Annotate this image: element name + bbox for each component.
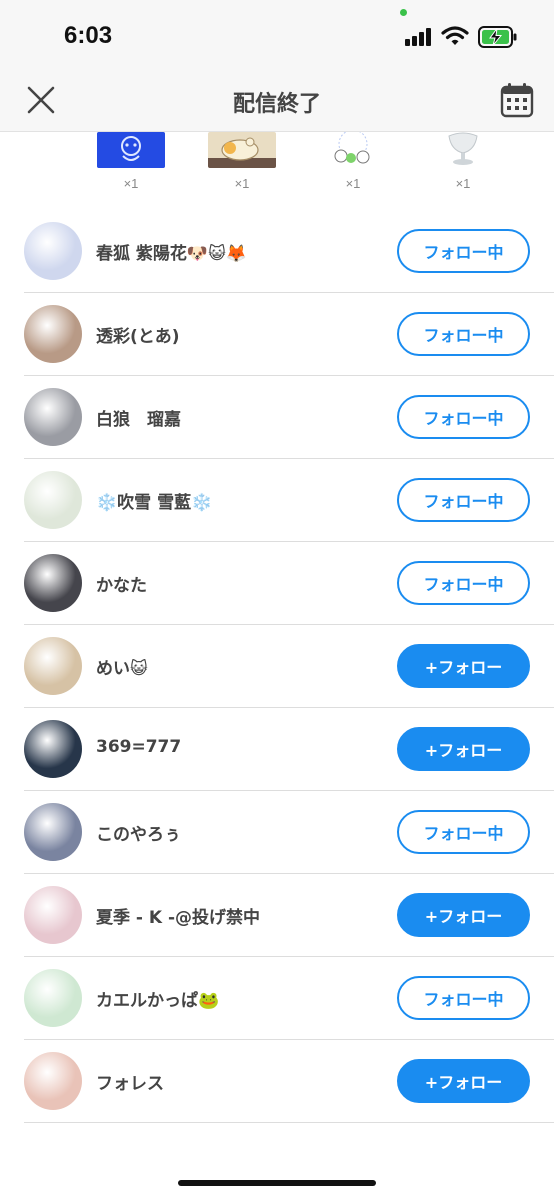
follow-button[interactable]: +フォロー <box>397 1059 530 1103</box>
list-item[interactable]: 春狐 紫陽花🐶😺🦊 フォロー中 <box>0 210 554 293</box>
small-characters-gift-icon <box>319 132 387 168</box>
gift-list: ×1 ×1 ×1 ×1 <box>0 132 554 194</box>
user-name: めい😺 <box>96 659 148 679</box>
gift-count: ×1 <box>345 176 361 191</box>
battery-charging-icon <box>478 26 517 48</box>
glass-cup-gift-icon <box>429 132 497 168</box>
privacy-indicator-dot <box>400 9 407 16</box>
avatar[interactable] <box>24 388 82 446</box>
gift-item: ×1 <box>319 132 389 194</box>
list-item[interactable]: カエルかっぱ🐸 フォロー中 <box>0 957 554 1040</box>
avatar[interactable] <box>24 222 82 280</box>
gift-item: ×1 <box>429 132 499 194</box>
user-name: フォレス <box>96 1074 164 1094</box>
follow-button[interactable]: +フォロー <box>397 644 530 688</box>
avatar[interactable] <box>24 803 82 861</box>
user-name: ❄️吹雪 雪藍❄️ <box>96 493 213 513</box>
home-indicator[interactable] <box>178 1180 376 1186</box>
gift-item: ×1 <box>97 132 167 194</box>
user-name: このやろぅ <box>96 825 181 845</box>
sleeping-creature-gift-icon <box>208 132 276 168</box>
avatar[interactable] <box>24 969 82 1027</box>
nav-bar: 配信終了 <box>0 72 554 132</box>
gift-count: ×1 <box>455 176 471 191</box>
avatar[interactable] <box>24 637 82 695</box>
avatar[interactable] <box>24 1052 82 1110</box>
following-button[interactable]: フォロー中 <box>397 312 530 356</box>
following-button[interactable]: フォロー中 <box>397 229 530 273</box>
avatar[interactable] <box>24 471 82 529</box>
calendar-icon[interactable] <box>500 82 534 118</box>
avatar[interactable] <box>24 720 82 778</box>
user-name: 369=777 <box>96 737 182 757</box>
gift-count: ×1 <box>234 176 250 191</box>
list-item[interactable]: めい😺 +フォロー <box>0 625 554 708</box>
cellular-signal-icon <box>405 28 435 46</box>
gift-count: ×1 <box>123 176 139 191</box>
user-name: 白狼 瑠嘉 <box>96 410 181 430</box>
list-item[interactable]: 白狼 瑠嘉 フォロー中 <box>0 376 554 459</box>
gift-item: ×1 <box>208 132 278 194</box>
avatar[interactable] <box>24 305 82 363</box>
list-item[interactable]: 369=777 +フォロー <box>0 708 554 791</box>
following-button[interactable]: フォロー中 <box>397 478 530 522</box>
user-name: 透彩(とあ) <box>96 327 180 347</box>
status-time: 6:03 <box>64 22 113 49</box>
list-item[interactable]: かなた フォロー中 <box>0 542 554 625</box>
list-item[interactable]: ❄️吹雪 雪藍❄️ フォロー中 <box>0 459 554 542</box>
following-button[interactable]: フォロー中 <box>397 810 530 854</box>
list-item[interactable]: 夏季 - K -@投げ禁中 +フォロー <box>0 874 554 957</box>
follow-button[interactable]: +フォロー <box>397 893 530 937</box>
user-name: 春狐 紫陽花🐶😺🦊 <box>96 244 247 264</box>
list-item[interactable]: フォレス +フォロー <box>0 1040 554 1123</box>
user-name: カエルかっぱ🐸 <box>96 991 220 1011</box>
blue-character-gift-icon <box>97 132 165 168</box>
following-button[interactable]: フォロー中 <box>397 976 530 1020</box>
user-name: かなた <box>96 576 147 596</box>
follow-button[interactable]: +フォロー <box>397 727 530 771</box>
list-item[interactable]: 透彩(とあ) フォロー中 <box>0 293 554 376</box>
avatar[interactable] <box>24 554 82 612</box>
following-button[interactable]: フォロー中 <box>397 561 530 605</box>
status-bar: 6:03 <box>0 0 554 72</box>
following-button[interactable]: フォロー中 <box>397 395 530 439</box>
list-item[interactable]: このやろぅ フォロー中 <box>0 791 554 874</box>
user-name: 夏季 - K -@投げ禁中 <box>96 908 261 928</box>
avatar[interactable] <box>24 886 82 944</box>
divider <box>24 1122 554 1123</box>
page-title: 配信終了 <box>232 92 321 117</box>
wifi-icon <box>441 26 469 45</box>
